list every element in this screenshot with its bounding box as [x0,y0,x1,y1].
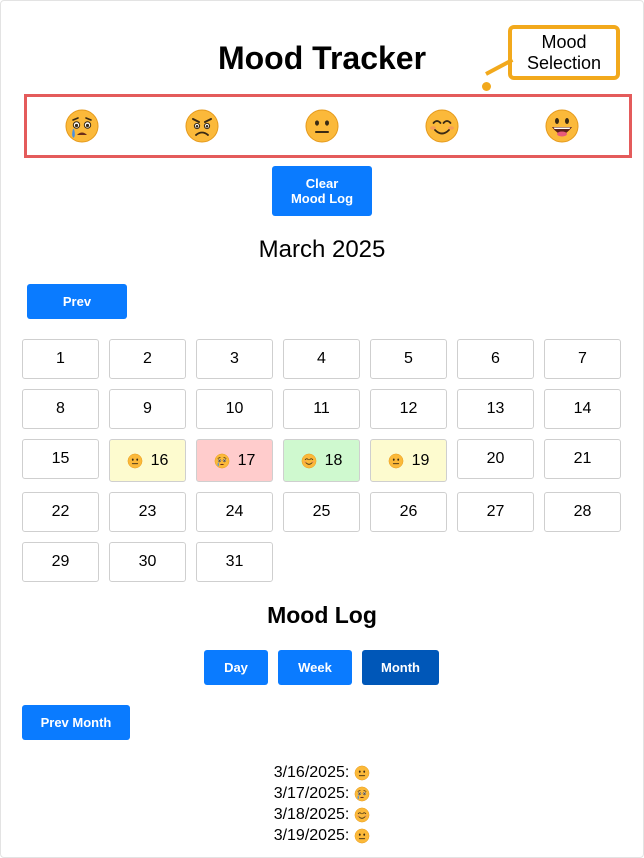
calendar-day-number: 4 [317,350,326,367]
calendar-day-number: 17 [237,451,256,469]
log-entry-date: 3/16/2025: [273,763,350,781]
calendar-day[interactable]: 27 [457,492,534,532]
calendar-day-number: 11 [313,400,330,417]
calendar-day[interactable]: 24 [196,492,273,532]
calendar-day-number: 19 [411,451,430,469]
calendar-day[interactable]: 15 [22,439,99,479]
calendar-day[interactable]: 14 [544,389,621,429]
calendar-day-number: 3 [230,350,239,367]
calendar-day[interactable]: 6 [457,339,534,379]
calendar-day[interactable]: 2 [109,339,186,379]
calendar-day[interactable]: 22 [22,492,99,532]
log-entry-date: 3/18/2025: [273,805,350,823]
mood-log-title: Mood Log [267,602,377,628]
calendar-day-number: 5 [404,350,413,367]
calendar-day[interactable]: 12 [370,389,447,429]
log-entry: 3/19/2025: [0,825,644,846]
calendar-day[interactable]: 31 [196,542,273,582]
grinning-face-icon[interactable] [544,108,580,144]
calendar-day-number: 14 [573,400,592,417]
log-entry: 3/16/2025: [0,762,644,783]
calendar-day[interactable]: 4 [283,339,360,379]
calendar-day[interactable]: 8 [22,389,99,429]
prev-button[interactable]: Prev [27,284,127,319]
calendar-day-number: 24 [225,503,244,520]
neutral-face-icon [127,453,143,469]
calendar-day[interactable]: 20 [457,439,534,479]
log-entry: 3/18/2025: [0,804,644,825]
callout-pointer-dot [482,82,491,91]
smiling-face-icon[interactable] [424,108,460,144]
log-entry-date: 3/19/2025: [273,826,350,844]
crying-face-icon [214,453,230,469]
crying-face-icon[interactable] [64,108,100,144]
calendar-month-title: March 2025 [258,236,386,263]
calendar-day-number: 28 [573,503,592,520]
calendar-day[interactable]: 9 [109,389,186,429]
calendar-day-number: 26 [399,503,418,520]
calendar-day[interactable]: 1 [22,339,99,379]
calendar-day-number: 13 [486,400,505,417]
calendar-day-number: 16 [150,451,169,469]
calendar-day[interactable]: 5 [370,339,447,379]
calendar-day[interactable]: 25 [283,492,360,532]
calendar-day-number: 2 [143,350,152,367]
calendar-day[interactable]: 29 [22,542,99,582]
calendar-day-number: 18 [324,451,343,469]
calendar-day[interactable]: 16 [109,439,186,482]
calendar-day[interactable]: 7 [544,339,621,379]
calendar-day[interactable]: 23 [109,492,186,532]
clear-mood-log-button[interactable]: Clear Mood Log [272,166,372,216]
calendar-day[interactable]: 19 [370,439,447,482]
view-month-button[interactable]: Month [362,650,439,685]
calendar-day-number: 22 [51,503,70,520]
calendar-day-number: 21 [573,450,592,467]
calendar-day-number: 23 [138,503,157,520]
log-entry: 3/17/2025: [0,783,644,804]
calendar-day-number: 31 [225,553,244,570]
smiling-face-icon [354,807,370,823]
calendar-day-number: 29 [51,553,70,570]
view-day-button[interactable]: Day [204,650,268,685]
neutral-face-icon[interactable] [304,108,340,144]
calendar-day[interactable]: 13 [457,389,534,429]
neutral-face-icon [354,765,370,781]
view-week-button[interactable]: Week [278,650,352,685]
mood-log-list: 3/16/2025: 3/17/2025: 3/18/2025: 3/19/2025: [0,762,644,846]
calendar-day[interactable]: 30 [109,542,186,582]
calendar-day-number: 8 [56,400,65,417]
calendar-day-number: 7 [578,350,587,367]
calendar-day[interactable]: 3 [196,339,273,379]
calendar-day-number: 27 [486,503,505,520]
log-entry-date: 3/17/2025: [273,784,350,802]
calendar-day[interactable]: 10 [196,389,273,429]
calendar-day-number: 12 [399,400,418,417]
calendar-day[interactable]: 18 [283,439,360,482]
crying-face-icon [354,786,370,802]
calendar-day-number: 25 [312,503,331,520]
mood-selection-callout: Mood Selection [508,25,620,80]
calendar-day[interactable]: 21 [544,439,621,479]
calendar-day-number: 10 [225,400,244,417]
neutral-face-icon [354,828,370,844]
calendar-day-number: 20 [486,450,505,467]
calendar-day[interactable]: 17 [196,439,273,482]
calendar-day-number: 30 [138,553,157,570]
prev-month-button[interactable]: Prev Month [22,705,130,740]
calendar-day-number: 6 [491,350,500,367]
calendar-day[interactable]: 28 [544,492,621,532]
calendar-day-number: 1 [56,350,65,367]
calendar-day[interactable]: 11 [283,389,360,429]
calendar-day-number: 15 [51,450,70,467]
angry-face-icon[interactable] [184,108,220,144]
smiling-face-icon [301,453,317,469]
calendar-day[interactable]: 26 [370,492,447,532]
neutral-face-icon [388,453,404,469]
calendar-day-number: 9 [143,400,152,417]
